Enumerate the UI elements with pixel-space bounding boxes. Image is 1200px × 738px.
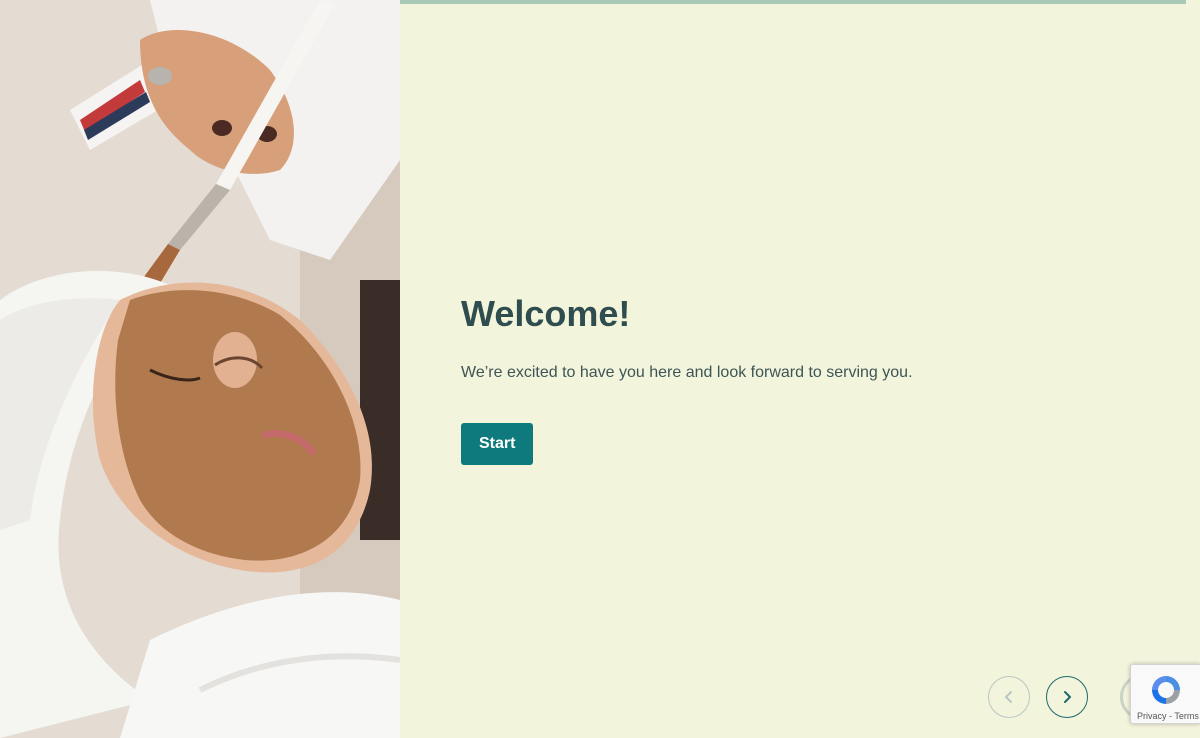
hero-image [0, 0, 400, 738]
start-button[interactable]: Start [461, 423, 534, 465]
recaptcha-icon [1152, 676, 1180, 704]
page-title: Welcome! [461, 293, 631, 334]
recaptcha-links[interactable]: Privacy - Terms [1137, 711, 1199, 721]
chevron-right-icon [1064, 691, 1071, 703]
facial-treatment-illustration [0, 0, 400, 738]
previous-button[interactable] [988, 676, 1030, 718]
welcome-subtitle: We’re excited to have you here and look … [461, 364, 913, 381]
next-button[interactable] [1046, 676, 1088, 718]
welcome-panel: Welcome! We’re excited to have you here … [461, 292, 1161, 465]
recaptcha-badge[interactable]: Privacy - Terms [1130, 664, 1200, 724]
chevron-left-icon [1005, 691, 1012, 703]
